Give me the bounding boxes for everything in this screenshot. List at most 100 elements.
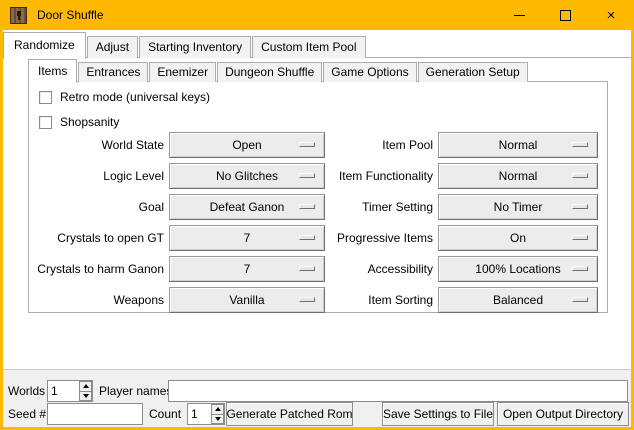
count-label: Count [149, 403, 181, 425]
dropdown-indicator-icon [299, 297, 315, 302]
retro-mode-checkbox[interactable] [39, 91, 52, 104]
retro-mode-label: Retro mode (universal keys) [60, 90, 210, 104]
accessibility-value: 100% Locations [475, 262, 560, 276]
accessibility-dropdown[interactable]: 100% Locations [438, 256, 598, 282]
spin-up-button[interactable] [79, 381, 92, 392]
door-app-icon [10, 7, 27, 24]
item-functionality-label: Item Functionality [329, 163, 433, 189]
accessibility-label: Accessibility [329, 256, 433, 282]
world-state-dropdown[interactable]: Open [169, 132, 325, 158]
crystals-gt-label: Crystals to open GT [29, 225, 164, 251]
worlds-spinner[interactable] [47, 380, 93, 402]
close-icon: × [607, 8, 616, 23]
goal-label: Goal [29, 194, 164, 220]
shopsanity-checkbox[interactable] [39, 116, 52, 129]
window-controls: × [496, 0, 634, 30]
item-pool-dropdown[interactable]: Normal [438, 132, 598, 158]
dropdown-indicator-icon [299, 235, 315, 240]
world-state-value: Open [232, 138, 261, 152]
logic-level-dropdown[interactable]: No Glitches [169, 163, 325, 189]
arrow-up-icon [83, 384, 89, 388]
seed-input[interactable] [47, 403, 143, 425]
weapons-value: Vanilla [229, 293, 264, 307]
save-settings-button[interactable]: Save Settings to File [382, 402, 494, 426]
progressive-items-value: On [510, 231, 526, 245]
arrow-up-icon [215, 407, 221, 411]
count-spin-arrows [211, 404, 224, 424]
worlds-input[interactable] [48, 381, 79, 401]
seed-label: Seed # [8, 403, 46, 425]
shopsanity-label: Shopsanity [60, 115, 119, 129]
tab-starting-inventory[interactable]: Starting Inventory [139, 36, 251, 58]
tab-adjust[interactable]: Adjust [87, 36, 138, 58]
main-tab-bar: Randomize Adjust Starting Inventory Cust… [3, 31, 367, 58]
subtab-game-options[interactable]: Game Options [323, 62, 416, 82]
weapons-label: Weapons [29, 287, 164, 313]
count-spinner[interactable] [187, 403, 225, 425]
worlds-label: Worlds [8, 380, 45, 402]
retro-mode-row: Retro mode (universal keys) [39, 89, 210, 105]
item-pool-value: Normal [499, 138, 538, 152]
crystals-ganon-label: Crystals to harm Ganon [29, 256, 164, 282]
dropdown-indicator-icon [572, 142, 588, 147]
app-window: Door Shuffle × Randomize Adjust Starting… [0, 0, 634, 430]
progressive-items-dropdown[interactable]: On [438, 225, 598, 251]
worlds-spin-arrows [79, 381, 92, 401]
item-pool-label: Item Pool [329, 132, 433, 158]
player-names-label: Player names [99, 380, 172, 402]
arrow-down-icon [83, 394, 89, 398]
spin-down-button[interactable] [79, 392, 92, 402]
player-names-input[interactable] [168, 380, 628, 402]
footer-bar: Worlds Player names Seed # Count Ge [3, 369, 631, 427]
subtab-items[interactable]: Items [28, 59, 77, 83]
item-sorting-label: Item Sorting [329, 287, 433, 313]
count-input[interactable] [188, 404, 211, 424]
dropdown-indicator-icon [572, 297, 588, 302]
sub-tab-bar: Items Entrances Enemizer Dungeon Shuffle… [28, 58, 529, 82]
spin-down-button[interactable] [211, 415, 224, 425]
weapons-dropdown[interactable]: Vanilla [169, 287, 325, 313]
close-button[interactable]: × [588, 0, 634, 30]
subtab-enemizer[interactable]: Enemizer [149, 62, 216, 82]
crystals-ganon-dropdown[interactable]: 7 [169, 256, 325, 282]
subtab-entrances[interactable]: Entrances [78, 62, 148, 82]
logic-level-value: No Glitches [216, 169, 278, 183]
subtab-dungeon-shuffle[interactable]: Dungeon Shuffle [217, 62, 322, 82]
crystals-ganon-value: 7 [244, 262, 251, 276]
item-functionality-value: Normal [499, 169, 538, 183]
dropdown-indicator-icon [299, 173, 315, 178]
item-functionality-dropdown[interactable]: Normal [438, 163, 598, 189]
crystals-gt-dropdown[interactable]: 7 [169, 225, 325, 251]
timer-setting-dropdown[interactable]: No Timer [438, 194, 598, 220]
minimize-button[interactable] [496, 0, 542, 30]
minimize-icon [514, 15, 525, 16]
goal-value: Defeat Ganon [210, 200, 285, 214]
maximize-button[interactable] [542, 0, 588, 30]
tab-randomize[interactable]: Randomize [3, 32, 86, 59]
arrow-down-icon [215, 417, 221, 421]
dropdown-indicator-icon [572, 204, 588, 209]
timer-setting-label: Timer Setting [329, 194, 433, 220]
spin-up-button[interactable] [211, 404, 224, 415]
shopsanity-row: Shopsanity [39, 114, 119, 130]
tab-custom-item-pool[interactable]: Custom Item Pool [252, 36, 365, 58]
client-area: Randomize Adjust Starting Inventory Cust… [3, 30, 631, 427]
crystals-gt-value: 7 [244, 231, 251, 245]
dropdown-indicator-icon [572, 173, 588, 178]
dropdown-indicator-icon [572, 235, 588, 240]
subtab-generation-setup[interactable]: Generation Setup [418, 62, 528, 82]
timer-setting-value: No Timer [494, 200, 543, 214]
generate-patched-rom-button[interactable]: Generate Patched Rom [226, 402, 353, 426]
goal-dropdown[interactable]: Defeat Ganon [169, 194, 325, 220]
world-state-label: World State [29, 132, 164, 158]
item-sorting-value: Balanced [493, 293, 543, 307]
item-sorting-dropdown[interactable]: Balanced [438, 287, 598, 313]
dropdown-indicator-icon [299, 204, 315, 209]
logic-level-label: Logic Level [29, 163, 164, 189]
dropdown-indicator-icon [299, 142, 315, 147]
maximize-icon [560, 10, 571, 21]
dropdown-indicator-icon [572, 266, 588, 271]
open-output-directory-button[interactable]: Open Output Directory [497, 402, 629, 426]
window-title: Door Shuffle [37, 8, 104, 22]
progressive-items-label: Progressive Items [329, 225, 433, 251]
